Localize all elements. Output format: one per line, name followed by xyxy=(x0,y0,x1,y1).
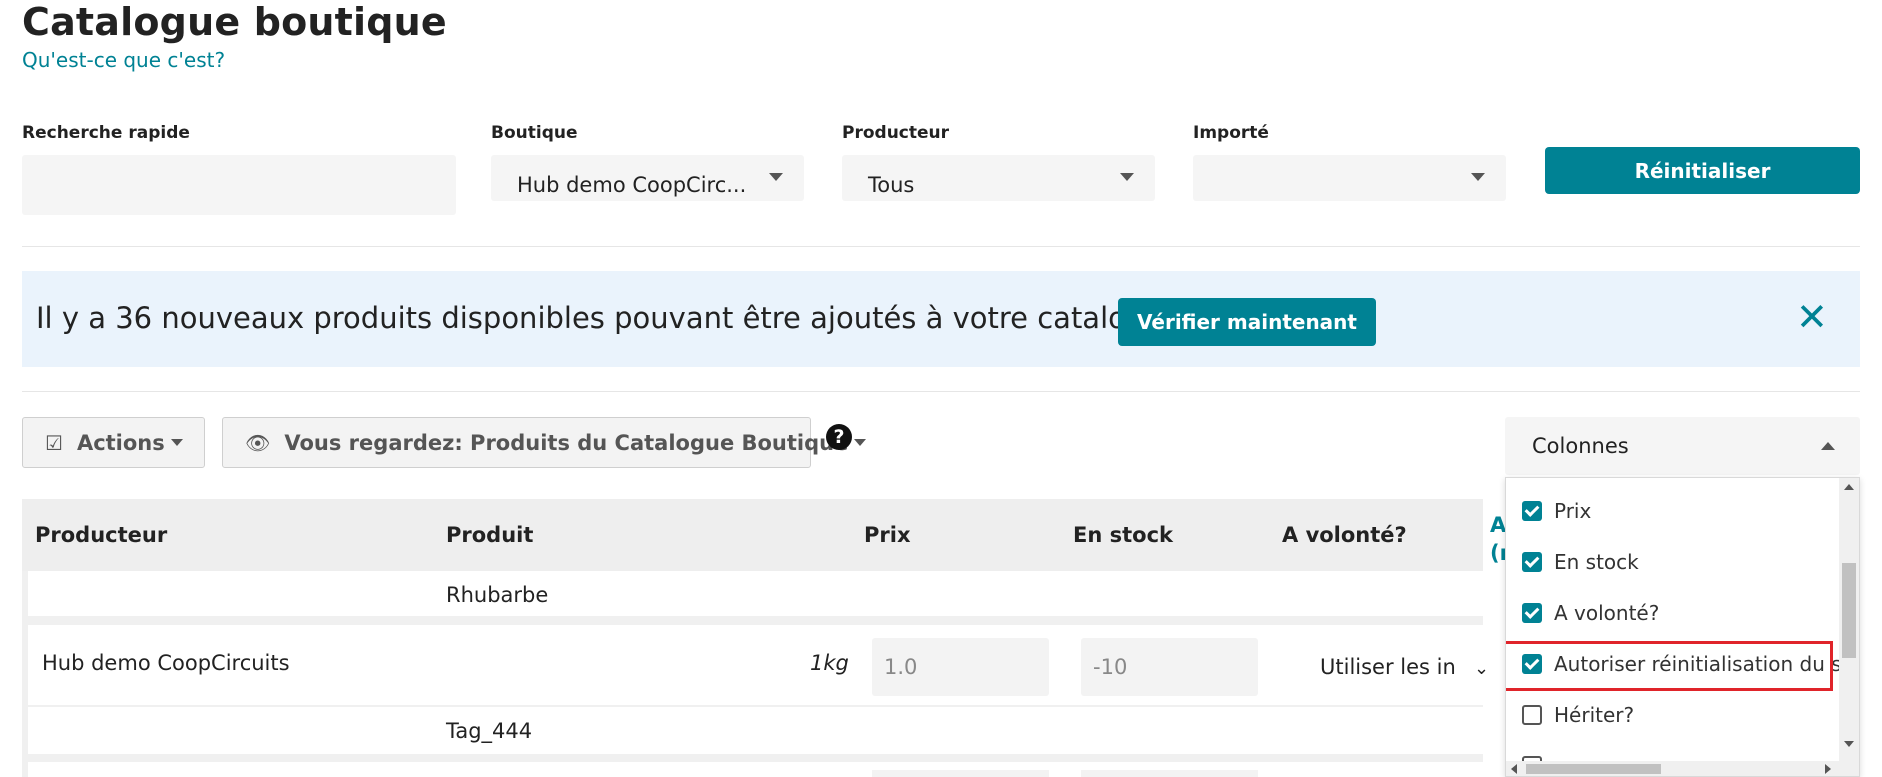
column-option-label: En stock xyxy=(1554,550,1639,574)
chevron-down-icon xyxy=(170,439,183,446)
scroll-up-icon[interactable] xyxy=(1844,484,1854,490)
column-option-inherit[interactable]: Hériter? xyxy=(1522,700,1634,730)
checkbox-checked[interactable] xyxy=(1522,501,1542,521)
column-header-stock[interactable]: En stock xyxy=(1073,523,1173,547)
page-title: Catalogue boutique xyxy=(22,0,447,44)
divider xyxy=(22,391,1860,392)
product-name: Tag_444 xyxy=(446,719,533,743)
close-icon[interactable]: ✕ xyxy=(1796,295,1828,339)
highlight-box xyxy=(1506,641,1833,691)
columns-dropdown[interactable]: Colonnes xyxy=(1505,417,1860,475)
checkbox-checked[interactable] xyxy=(1522,603,1542,623)
variant-unit: 1kg xyxy=(810,651,849,675)
imported-label: Importé xyxy=(1193,123,1269,143)
chevron-down-icon xyxy=(1471,173,1485,181)
reset-button[interactable]: Réinitialiser xyxy=(1545,147,1860,194)
product-name: Rhubarbe xyxy=(446,583,549,607)
table-header: Producteur Produit Prix En stock A volon… xyxy=(22,499,1510,571)
eye-icon: 👁 xyxy=(245,430,271,455)
imported-select[interactable] xyxy=(1193,155,1506,201)
table-row: Hub demo CoopCircuits 1kg 1.0 -10 Utilis… xyxy=(28,625,1490,705)
chevron-up-icon xyxy=(1821,442,1835,450)
actions-label: Actions xyxy=(76,430,165,455)
chevron-down-icon: ⌄ xyxy=(1474,658,1490,679)
help-icon[interactable]: ? xyxy=(826,424,852,450)
stock-value: -10 xyxy=(1093,655,1128,679)
column-option-label: Prix xyxy=(1554,499,1592,523)
shop-label: Boutique xyxy=(491,123,578,143)
columns-panel: Prix En stock A volonté? Autoriser réini… xyxy=(1505,477,1860,777)
shop-select[interactable]: Hub demo CoopCirc... xyxy=(491,155,804,201)
chevron-down-icon xyxy=(769,173,783,181)
column-header-producer[interactable]: Producteur xyxy=(35,523,167,547)
view-label: Vous regardez: Produits du Catalogue Bou… xyxy=(284,430,849,455)
column-option-label: A volonté? xyxy=(1554,601,1660,625)
new-products-notice: Il y a 36 nouveaux produits disponibles … xyxy=(22,271,1860,367)
scroll-down-icon[interactable] xyxy=(1844,741,1854,747)
shop-select-value: Hub demo CoopCirc... xyxy=(517,173,747,197)
chevron-down-icon xyxy=(854,439,867,446)
column-header-product[interactable]: Produit xyxy=(446,523,533,547)
column-header-on-demand[interactable]: A volonté? xyxy=(1282,523,1407,547)
vertical-scrollbar[interactable] xyxy=(1839,478,1859,763)
on-demand-select[interactable]: Utiliser les in ⌄ xyxy=(1300,638,1490,696)
on-demand-value: Utiliser les in xyxy=(1320,655,1456,679)
price-value: 1.0 xyxy=(884,655,918,679)
variant-producer: Hub demo CoopCircuits xyxy=(42,651,290,675)
scroll-left-icon[interactable] xyxy=(1511,764,1517,774)
actions-button[interactable]: ☑ Actions xyxy=(22,417,205,468)
producer-label: Producteur xyxy=(842,123,950,143)
price-input[interactable]: 1.0 xyxy=(872,638,1049,696)
table-row: Rhubarbe xyxy=(28,571,1483,621)
divider xyxy=(22,246,1860,247)
quick-search-label: Recherche rapide xyxy=(22,123,190,143)
checkbox-checked[interactable] xyxy=(1522,552,1542,572)
horizontal-scrollbar[interactable] xyxy=(1506,761,1859,776)
column-option-label: Hériter? xyxy=(1554,703,1635,727)
column-header-price[interactable]: Prix xyxy=(864,523,911,547)
column-option-stock[interactable]: En stock xyxy=(1522,547,1639,577)
table-row: Tag_444 xyxy=(28,707,1483,759)
scroll-right-icon[interactable] xyxy=(1825,764,1831,774)
verify-now-button[interactable]: Vérifier maintenant xyxy=(1118,298,1376,346)
column-option-price[interactable]: Prix xyxy=(1522,496,1591,526)
producer-select[interactable]: Tous xyxy=(842,155,1155,201)
chevron-down-icon xyxy=(1120,173,1134,181)
help-link[interactable]: Qu'est-ce que c'est? xyxy=(22,48,225,72)
stock-input[interactable]: -10 xyxy=(1081,638,1258,696)
columns-label: Colonnes xyxy=(1532,434,1629,458)
view-selector-button[interactable]: 👁 Vous regardez: Produits du Catalogue B… xyxy=(222,417,867,468)
column-option-on-demand[interactable]: A volonté? xyxy=(1522,598,1659,628)
scroll-thumb[interactable] xyxy=(1842,563,1856,658)
table-row xyxy=(28,762,1483,777)
notice-text: Il y a 36 nouveaux produits disponibles … xyxy=(36,301,1190,335)
price-input[interactable] xyxy=(872,770,1049,777)
producer-select-value: Tous xyxy=(868,173,915,197)
stock-input[interactable] xyxy=(1081,770,1258,777)
edit-checkbox-icon: ☑ xyxy=(45,430,63,455)
scroll-thumb[interactable] xyxy=(1526,764,1661,774)
checkbox-unchecked[interactable] xyxy=(1522,705,1542,725)
quick-search-input[interactable] xyxy=(22,155,456,215)
